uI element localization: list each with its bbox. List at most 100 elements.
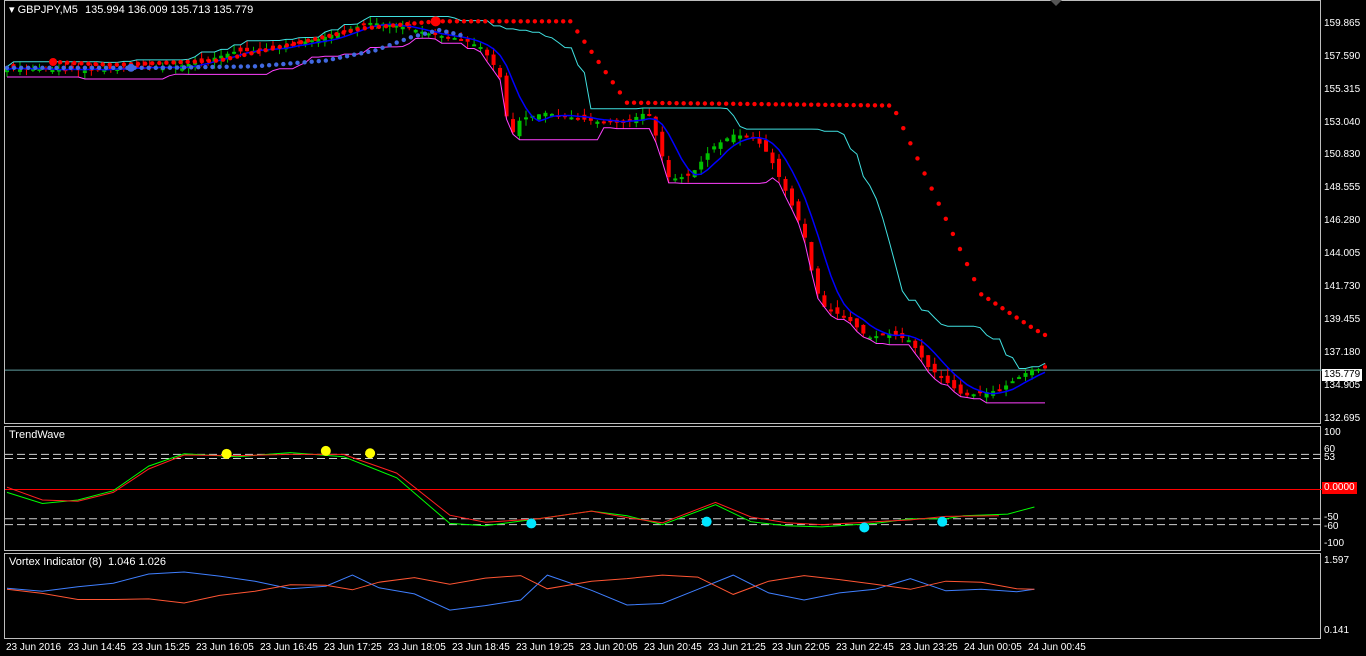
vortex-panel[interactable]: Vortex Indicator (8) 1.046 1.026 [4,553,1321,639]
red-trend-dot [454,19,460,24]
blue-trend-dot [68,65,73,70]
red-trend-dot [936,201,941,206]
candle-body [874,336,879,339]
vortex-svg [6,571,1035,611]
red-trend-dot [1000,306,1005,311]
candle-body [744,135,749,138]
vortex-minus-line [6,574,1035,604]
trendwave-level: 53 [1324,452,1336,463]
red-trend-dot [1021,319,1026,325]
candle-body [764,140,769,152]
red-trend-dot [837,102,842,108]
time-label: 23 Jun 20:05 [580,642,638,653]
candle-body [82,70,87,74]
candle-body [1043,365,1047,369]
red-trend-dot [993,301,998,306]
shift-marker-icon[interactable] [1050,0,1062,6]
red-signal-dot [430,16,441,27]
vortex-plus-line [6,571,1035,611]
red-trend-dot [220,57,226,62]
candle-body [536,114,541,120]
red-trend-dot [660,100,665,106]
blue-trend-dot [288,61,293,66]
blue-trend-dot [274,62,279,67]
red-trend-dot [752,101,757,107]
time-label: 24 Jun 00:05 [964,642,1022,653]
candle-body [939,375,944,378]
red-trend-dot [631,100,637,105]
blue-trend-dot [245,64,251,69]
red-trend-dot [383,23,389,29]
time-label: 23 Jun 16:45 [260,642,318,653]
red-trend-dot [419,20,424,25]
price-level: 148.555 [1324,182,1361,193]
red-trend-dot [823,102,828,108]
time-label: 23 Jun 22:45 [836,642,894,653]
candle-body [997,389,1002,392]
red-trend-dot [185,59,190,65]
red-trend-dot [745,101,750,107]
candle-body [439,35,444,38]
candle-body [232,51,237,54]
candle-body [835,307,840,314]
red-trend-dot [1007,310,1012,316]
red-trend-dot [865,103,871,108]
time-label: 23 Jun 14:45 [68,642,126,653]
red-trend-dot [986,296,991,302]
red-trend-dot [766,101,771,107]
red-trend-dot [886,103,892,108]
trendwave-signal-marker [221,448,232,459]
current-price-tag: 135.779 [1322,369,1363,381]
red-trend-dot [369,25,375,30]
candle-body [777,158,782,177]
red-trend-dot [773,102,778,107]
price-level: 146.280 [1324,215,1361,226]
price-level: 139.455 [1324,314,1361,325]
red-trend-dot [964,261,970,267]
candle-body [517,120,522,137]
red-trend-dot [801,102,807,107]
red-trend-dot [107,62,112,67]
red-trend-dot [447,19,453,24]
red-trend-dot [525,19,530,24]
blue-trend-dot [238,64,244,69]
time-label: 23 Jun 2016 [6,642,62,653]
red-trend-dot [780,102,786,107]
red-trend-dot [688,101,693,106]
main-price-chart[interactable]: ▾ GBPJPY,M5 135.994 136.009 135.713 135.… [4,0,1322,424]
red-trend-dot [702,101,708,106]
blue-trend-dot [281,61,286,67]
blue-trend-dot [366,49,371,55]
red-trend-dot [879,103,885,108]
red-trend-dot [483,19,488,24]
trendwave-signal-marker [937,516,948,527]
red-trend-dot [709,101,715,106]
trendwave-panel[interactable]: TrendWave [4,426,1322,551]
blue-trend-dot [18,65,24,70]
red-trend-dot [894,110,899,116]
candle-body [524,117,528,120]
red-trend-dot [808,102,814,107]
candle-body [783,178,788,191]
time-label: 23 Jun 22:05 [772,642,830,653]
red-trend-dot [327,33,332,38]
time-label: 23 Jun 21:25 [708,642,766,653]
red-trend-dot [249,51,254,56]
blue-trend-dot [40,65,45,70]
candle-body [426,33,431,36]
blue-trend-dot [118,65,123,70]
vortex-level: 1.597 [1324,555,1350,566]
red-trend-dot [313,36,318,42]
red-trend-dot [65,60,70,65]
red-trend-dot [100,62,105,67]
candle-body [731,134,736,143]
blue-signal-dot [126,63,135,72]
red-trend-dot [157,60,162,66]
candle-body [926,355,931,368]
blue-trend-dot [323,58,329,63]
red-trend-dot [1028,324,1034,330]
candle-body [718,142,723,149]
red-trend-dot [468,19,474,24]
candle-body [705,153,710,160]
candle-body [601,121,606,124]
